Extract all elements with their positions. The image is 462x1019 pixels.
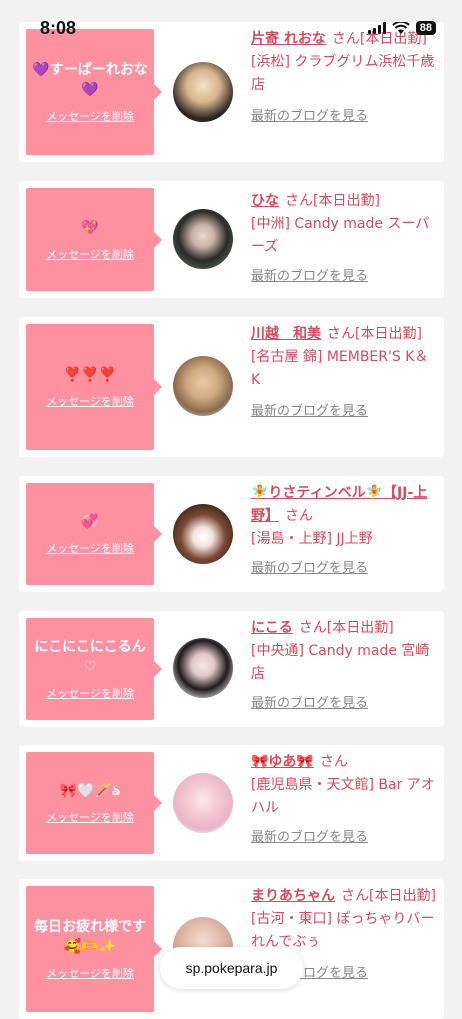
favorite-card: 💜すーぱーれおな💜 メッセージを削除 片寄 れおな さん[本日出勤] [浜松] ク…: [19, 22, 444, 162]
favorite-card: 🎀🤍🪄ঌ メッセージを削除 🎀ゆあ🎀 さん [鹿児島県・天文館] Bar アオハル…: [19, 745, 444, 861]
message-bubble: ❣️❣️❣️ メッセージを削除: [26, 324, 162, 450]
shop-name: [中央通] Candy made 宮崎店: [251, 643, 430, 682]
latest-blog-link[interactable]: 最新のブログを見る: [251, 826, 368, 849]
message-bubble: 💖 メッセージを削除: [26, 188, 162, 291]
message-text: 💜すーぱーれおな💜: [32, 62, 148, 98]
message-text: 💖: [81, 219, 99, 236]
message-bubble: 🎀🤍🪄ঌ メッセージを削除: [26, 752, 162, 854]
delete-message-link[interactable]: メッセージを削除: [46, 965, 134, 981]
message-bubble: 💞 メッセージを削除: [26, 483, 162, 585]
cast-suffix: さん[本日出勤]: [341, 888, 436, 904]
status-icons: 88: [367, 21, 436, 35]
delete-message-link[interactable]: メッセージを削除: [46, 540, 134, 556]
latest-blog-link[interactable]: 最新のブログを見る: [251, 400, 368, 423]
favorite-card: にこにこにこるん♡ メッセージを削除 にこる さん[本日出勤] [中央通] Can…: [19, 611, 444, 727]
shop-name: [湯島・上野] JJ上野: [251, 531, 373, 547]
avatar[interactable]: [173, 356, 233, 416]
favorite-card: 💖 メッセージを削除 ひな さん[本日出勤] [中洲] Candy made スー…: [19, 181, 444, 298]
latest-blog-link[interactable]: 最新のブログを見る: [251, 105, 368, 128]
favorite-card: 💞 メッセージを削除 🧚りさティンベル🧚【JJ-上野】 さん [湯島・上野] JJ…: [19, 476, 444, 592]
message-text: にこにこにこるん♡: [34, 639, 146, 675]
message-text: 🎀🤍🪄ঌ: [59, 783, 121, 799]
message-bubble: にこにこにこるん♡ メッセージを削除: [26, 618, 162, 720]
latest-blog-link[interactable]: 最新のブログを見る: [251, 692, 368, 715]
avatar[interactable]: [173, 209, 233, 269]
delete-message-link[interactable]: メッセージを削除: [46, 685, 134, 701]
delete-message-link[interactable]: メッセージを削除: [46, 108, 134, 124]
avatar[interactable]: [173, 62, 233, 122]
avatar[interactable]: [173, 773, 233, 833]
status-bar: 8:08 88: [0, 0, 462, 40]
cast-suffix: さん[本日出勤]: [327, 326, 422, 342]
cast-name-link[interactable]: にこる: [251, 620, 293, 636]
message-text: 毎日お疲れ様です🥰🫶✨: [34, 919, 146, 955]
cast-suffix: さん[本日出勤]: [298, 620, 394, 636]
cast-name-link[interactable]: まりあちゃん: [251, 888, 335, 904]
cast-name-link[interactable]: ひな: [251, 193, 279, 209]
avatar[interactable]: [173, 638, 233, 698]
signal-icon: [367, 22, 386, 34]
shop-name: [浜松] クラブグリム浜松千歳店: [251, 54, 435, 93]
cast-name-link[interactable]: 🧚りさティンベル🧚【JJ-上野】: [251, 485, 427, 524]
status-time: 8:08: [40, 18, 77, 38]
delete-message-link[interactable]: メッセージを削除: [46, 809, 134, 825]
message-text: ❣️❣️❣️: [63, 367, 117, 383]
delete-message-link[interactable]: メッセージを削除: [46, 393, 134, 409]
cast-suffix: さん: [319, 754, 348, 770]
shop-name: [古河・東口] ぽっちゃりバー れんでぶぅ: [251, 911, 435, 950]
shop-name: [中洲] Candy made スーパーズ: [251, 216, 430, 255]
delete-message-link[interactable]: メッセージを削除: [46, 246, 134, 262]
cast-name-link[interactable]: 🎀ゆあ🎀: [251, 754, 314, 770]
latest-blog-link[interactable]: 最新のブログを見る: [251, 265, 368, 288]
shop-name: [名古屋 錦] MEMBER'S K＆K: [251, 349, 429, 388]
shop-name: [鹿児島県・天文館] Bar アオハル: [251, 777, 435, 816]
message-text: 💞: [81, 514, 99, 530]
cast-suffix: さん: [285, 508, 313, 524]
message-bubble: 💜すーぱーれおな💜 メッセージを削除: [26, 29, 162, 155]
cast-name-link[interactable]: 川越 和美: [251, 326, 321, 342]
cast-suffix: さん[本日出勤]: [285, 193, 380, 209]
favorite-card: ❣️❣️❣️ メッセージを削除 川越 和美 さん[本日出勤] [名古屋 錦] ME…: [19, 317, 444, 457]
message-bubble: 毎日お疲れ様です🥰🫶✨ メッセージを削除: [26, 886, 162, 1012]
wifi-icon: [392, 21, 410, 34]
address-bar-url[interactable]: sp.pokepara.jp: [160, 947, 303, 989]
avatar[interactable]: [173, 504, 233, 564]
latest-blog-link[interactable]: 最新のブログを見る: [251, 557, 368, 580]
battery-icon: 88: [415, 21, 436, 35]
